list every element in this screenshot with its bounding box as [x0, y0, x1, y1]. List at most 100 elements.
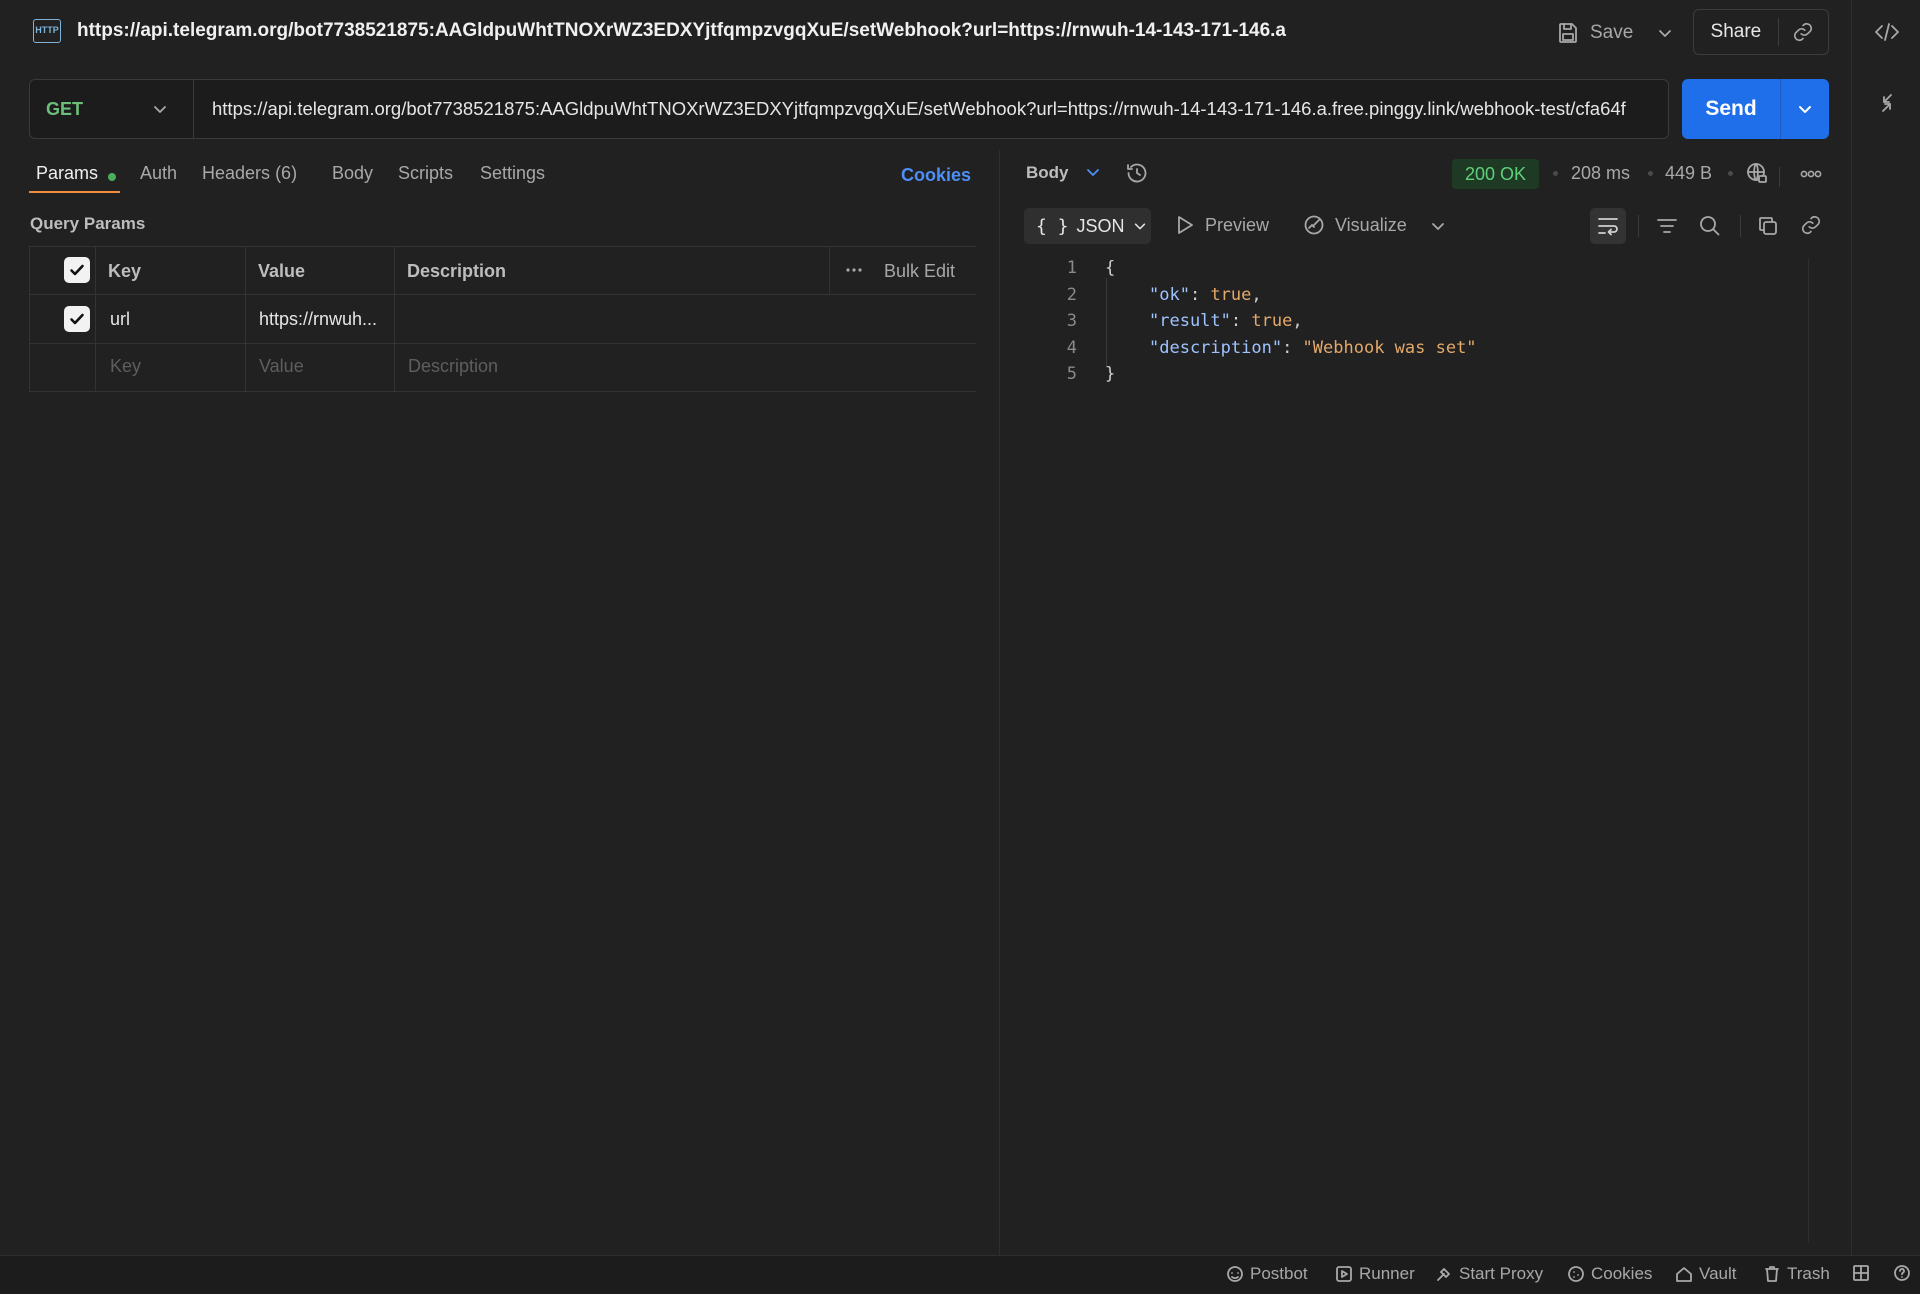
response-size[interactable]: 449 B — [1665, 163, 1712, 184]
table-border — [245, 246, 246, 392]
code-line-ok: "ok": true, — [1149, 285, 1262, 305]
param-value-cell[interactable]: https://rnwuh... — [259, 309, 377, 330]
active-tab-indicator — [29, 191, 120, 193]
send-group: Send — [1682, 79, 1829, 139]
share-group: Share — [1693, 9, 1829, 55]
visualize-chevron-icon[interactable] — [1430, 218, 1446, 234]
preview-button[interactable]: Preview — [1175, 214, 1269, 236]
status-badge[interactable]: 200 OK — [1452, 159, 1539, 189]
tab-auth[interactable]: Auth — [140, 163, 177, 184]
response-time[interactable]: 208 ms — [1571, 163, 1630, 184]
tab-params[interactable]: Params — [36, 163, 98, 184]
table-border — [29, 391, 976, 392]
new-description-input[interactable]: Description — [408, 356, 498, 377]
copy-icon[interactable] — [1757, 215, 1779, 237]
check-icon — [70, 264, 84, 276]
save-button[interactable]: Save — [1556, 14, 1673, 52]
visualize-button[interactable]: Visualize — [1303, 214, 1407, 236]
column-header-value: Value — [258, 261, 306, 281]
network-globe-icon[interactable] — [1745, 161, 1769, 185]
method-label: GET — [46, 98, 84, 119]
link-icon[interactable] — [1800, 214, 1822, 236]
json-key: "description" — [1149, 338, 1283, 358]
send-button[interactable]: Send — [1682, 97, 1780, 121]
code-snippet-icon[interactable] — [1874, 20, 1900, 44]
check-icon — [70, 313, 84, 325]
param-key-cell[interactable]: url — [110, 309, 130, 330]
search-icon[interactable] — [1698, 214, 1722, 238]
postbot-button[interactable]: Postbot — [1226, 1264, 1308, 1284]
request-title[interactable]: https://api.telegram.org/bot7738521875:A… — [77, 20, 1286, 42]
json-value: true — [1251, 311, 1293, 331]
http-icon: HTTP — [33, 19, 61, 43]
vault-icon — [1675, 1265, 1693, 1283]
url-input[interactable]: https://api.telegram.org/bot7738521875:A… — [212, 80, 1687, 138]
collapse-panel-icon[interactable] — [1877, 92, 1897, 114]
json-value: true — [1210, 285, 1252, 305]
meta-separator — [1553, 171, 1558, 176]
headers-count: (6) — [275, 163, 298, 183]
runner-button[interactable]: Runner — [1335, 1264, 1415, 1284]
column-header-description: Description — [407, 261, 507, 281]
tab-headers-label: Headers — [202, 163, 271, 183]
share-button[interactable]: Share — [1694, 21, 1778, 43]
start-proxy-button[interactable]: Start Proxy — [1435, 1264, 1543, 1284]
vault-button[interactable]: Vault — [1675, 1264, 1737, 1284]
table-border — [829, 246, 830, 294]
new-value-input[interactable]: Value — [259, 356, 304, 377]
tab-headers[interactable]: Headers (6) — [202, 163, 297, 184]
trash-label: Trash — [1787, 1264, 1830, 1283]
history-icon[interactable] — [1125, 161, 1149, 185]
more-options-icon[interactable] — [845, 263, 863, 277]
new-key-input[interactable]: Key — [110, 356, 141, 377]
cookies-link[interactable]: Cookies — [901, 165, 971, 186]
bulk-edit-button[interactable]: Bulk Edit — [884, 261, 955, 282]
visualize-label: Visualize — [1335, 214, 1407, 235]
line-number: 5 — [1066, 364, 1077, 384]
wrap-lines-toggle[interactable] — [1590, 208, 1626, 244]
format-select[interactable]: { } JSON — [1024, 208, 1151, 244]
method-select[interactable]: GET — [30, 80, 193, 138]
panel-divider[interactable] — [999, 150, 1000, 1255]
postbot-icon — [1226, 1265, 1244, 1283]
json-value: "Webhook was set" — [1302, 338, 1477, 358]
tab-body[interactable]: Body — [332, 163, 373, 184]
tab-scripts[interactable]: Scripts — [398, 163, 453, 184]
line-number: 1 — [1066, 258, 1077, 278]
json-key: "ok" — [1149, 285, 1190, 305]
save-icon — [1556, 21, 1580, 45]
select-all-checkbox[interactable] — [64, 257, 90, 283]
layout-toggle-icon[interactable] — [1852, 1264, 1870, 1282]
preview-label: Preview — [1205, 214, 1270, 235]
body-dropdown-chevron-icon[interactable] — [1085, 164, 1101, 180]
proxy-icon — [1435, 1265, 1453, 1283]
send-options-chevron-icon[interactable] — [1781, 101, 1829, 117]
table-border — [29, 246, 976, 247]
runner-icon — [1335, 1265, 1353, 1283]
save-dropdown-chevron-icon[interactable] — [1657, 25, 1673, 41]
more-options-icon[interactable] — [1800, 167, 1822, 181]
line-number: 3 — [1066, 311, 1077, 331]
meta-divider — [1779, 167, 1780, 187]
table-border — [29, 246, 30, 392]
code-scrollbar[interactable] — [1808, 258, 1809, 1243]
wrap-icon — [1598, 218, 1618, 236]
runner-label: Runner — [1359, 1264, 1415, 1283]
play-icon — [1175, 214, 1195, 236]
param-row-checkbox[interactable] — [64, 306, 90, 332]
table-border — [95, 246, 96, 392]
help-icon[interactable] — [1893, 1264, 1911, 1282]
url-bar: GET https://api.telegram.org/bot77385218… — [29, 79, 1669, 139]
toolbar-divider — [1740, 215, 1741, 237]
toolbar-divider — [1638, 215, 1639, 237]
trash-button[interactable]: Trash — [1763, 1264, 1830, 1284]
method-divider — [193, 80, 194, 138]
cookie-icon — [1567, 1265, 1585, 1283]
vault-label: Vault — [1699, 1264, 1737, 1283]
query-params-title: Query Params — [30, 214, 146, 233]
cookies-button[interactable]: Cookies — [1567, 1264, 1652, 1284]
tab-settings[interactable]: Settings — [480, 163, 545, 184]
table-border — [29, 294, 976, 295]
copy-link-icon[interactable] — [1779, 21, 1828, 43]
filter-icon[interactable] — [1656, 215, 1678, 237]
